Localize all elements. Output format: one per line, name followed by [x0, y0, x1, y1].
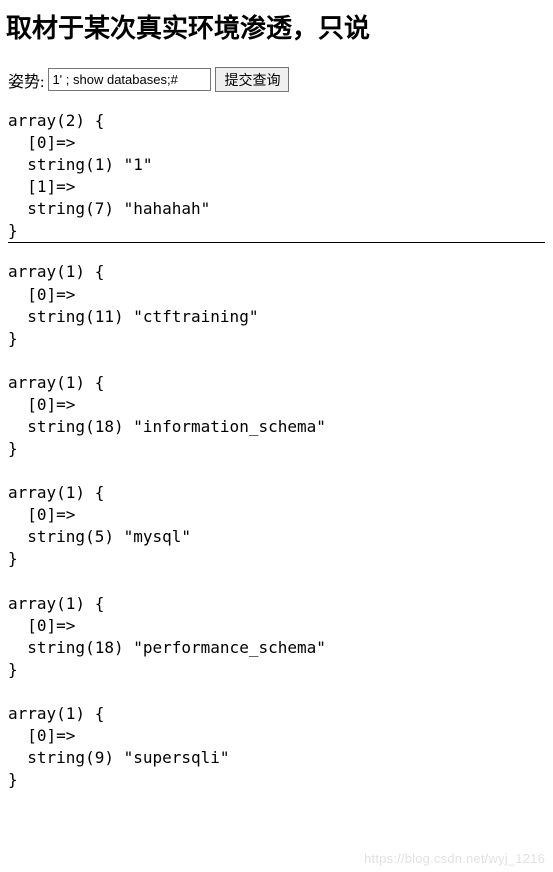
result-dump-databases: array(1) { [0]=> string(11) "ctftraining…	[0, 243, 553, 791]
form-label: 姿势:	[8, 68, 44, 92]
query-form: 姿势: 提交查询	[0, 45, 553, 92]
result-dump-top: array(2) { [0]=> string(1) "1" [1]=> str…	[0, 92, 553, 242]
submit-button[interactable]: 提交查询	[215, 67, 289, 92]
sql-input[interactable]	[48, 68, 211, 91]
watermark: https://blog.csdn.net/wyj_1216	[364, 851, 545, 866]
page-title: 取材于某次真实环境渗透，只说	[0, 0, 553, 45]
